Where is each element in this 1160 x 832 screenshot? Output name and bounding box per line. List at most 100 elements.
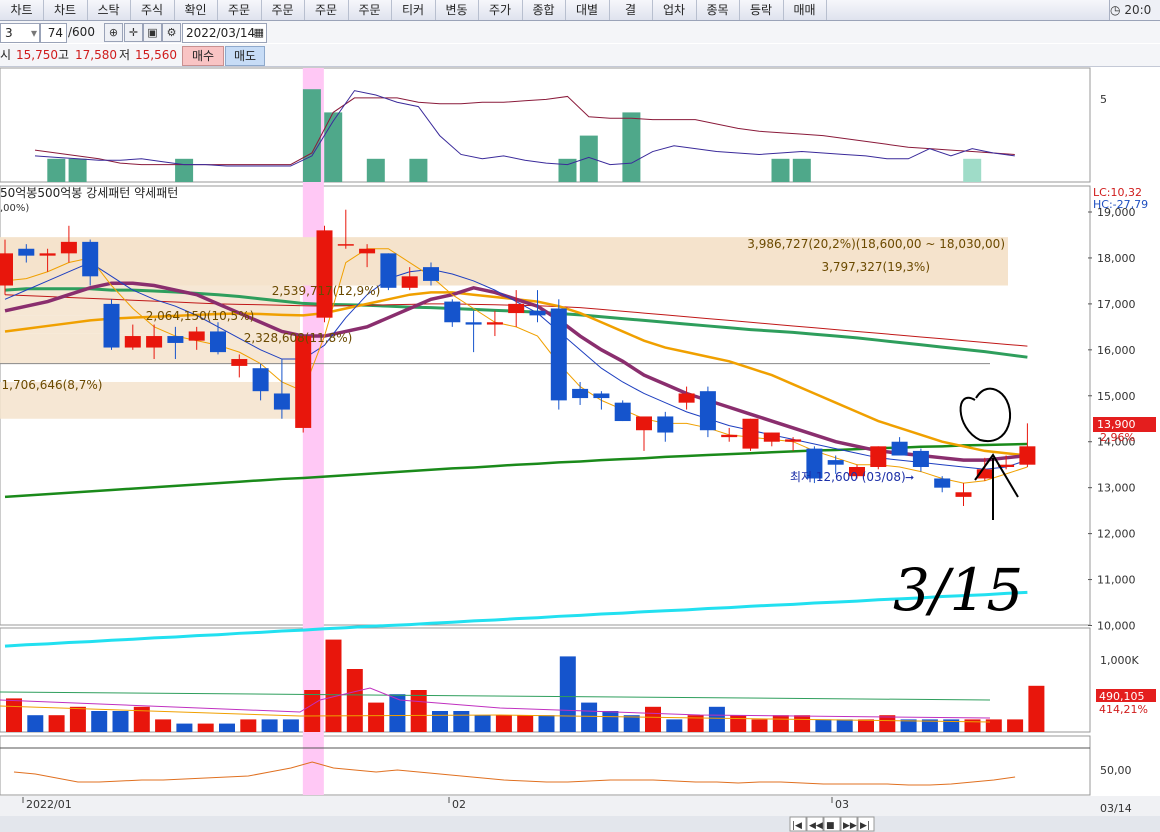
volume-bar-26	[559, 656, 576, 732]
candle-body-1	[18, 248, 35, 256]
zone-label-1: 3,797,327(19,3%)	[821, 260, 930, 274]
panel-subtitle: ,00%)	[0, 203, 29, 214]
candle-body-23	[486, 322, 503, 325]
x-axis-strip	[0, 796, 1160, 816]
y-tick-label-9: 10,000	[1097, 620, 1136, 633]
volume-bar-34	[730, 715, 747, 732]
x-axis-label-0: 2022/01	[26, 798, 72, 811]
volume-bar-47	[1007, 719, 1024, 732]
volume-bar-14	[304, 690, 321, 732]
volume-bar-15	[325, 639, 342, 732]
arrow-right-icon: ➞	[905, 471, 914, 484]
indicator-bar-28	[622, 112, 641, 182]
candle-body-9	[188, 331, 205, 341]
y-tick-label-8: 11,000	[1097, 574, 1136, 587]
volume-bar-27	[581, 702, 598, 732]
candle-body-21	[444, 301, 461, 323]
candle-body-14	[295, 336, 312, 428]
candle-body-27	[572, 388, 589, 399]
y-tick-label-7: 12,000	[1097, 528, 1136, 541]
candle-body-19	[401, 276, 418, 288]
indicator-bar-13	[302, 89, 321, 182]
volume-bar-40	[858, 719, 874, 732]
volume-bar-12	[261, 719, 278, 732]
volume-bar-25	[538, 715, 555, 732]
y-tick-label-1: 18,000	[1097, 252, 1136, 265]
volume-bar-1	[27, 715, 44, 732]
volume-bar-22	[474, 715, 491, 732]
candle-body-33	[699, 391, 716, 431]
indicator-bar-2	[68, 158, 87, 182]
volume-bar-5	[112, 711, 129, 732]
volume-bar-10	[219, 723, 235, 732]
candle-body-3	[60, 241, 77, 254]
candle-body-30	[636, 416, 652, 431]
volume-bar-48	[1028, 685, 1045, 732]
candle-body-0	[0, 253, 13, 286]
zone-label-5: 1,706,646(8,7%)	[2, 378, 103, 392]
volume-bar-2	[48, 715, 65, 732]
y-tick-label-3: 16,000	[1097, 344, 1136, 357]
indicator-bar-36	[792, 158, 811, 182]
handwritten-date: 3/15	[893, 556, 1023, 624]
candle-body-28	[593, 393, 610, 399]
panel-frame-3	[0, 735, 1091, 796]
zone-label-4: 2,328,608(11,8%)	[244, 331, 353, 345]
volume-current-label: 490,105	[1099, 690, 1145, 703]
volume-bar-46	[985, 719, 1002, 732]
candle-body-44	[934, 478, 951, 488]
oscillator-tick: 50,00	[1100, 764, 1132, 777]
candle-body-13	[273, 393, 290, 410]
candle-body-17	[359, 248, 376, 254]
indicator-bar-18	[409, 158, 428, 182]
indicator-bar-7	[175, 158, 194, 182]
volume-bar-17	[368, 702, 385, 732]
volume-bar-37	[794, 715, 811, 732]
candle-body-25	[529, 310, 546, 316]
volume-bar-41	[879, 715, 896, 732]
zone-label-0: 3,986,727(20,2%)(18,600,00 ~ 18,030,00)	[747, 237, 1005, 251]
volume-bar-19	[410, 690, 427, 732]
hc-label: HC:-27,79	[1093, 198, 1148, 211]
candle-body-7	[146, 336, 163, 348]
x-axis-label-1: 02	[452, 798, 466, 811]
scroll-button-icon-0: |◀	[792, 821, 802, 831]
low-annotation: 최저 12,600 (03/08)	[790, 470, 906, 484]
candle-body-6	[124, 336, 141, 348]
candle-body-31	[657, 416, 674, 433]
candle-body-26	[550, 308, 567, 401]
candle-body-37	[785, 439, 802, 442]
volume-bar-38	[815, 719, 832, 732]
candle-body-4	[82, 241, 99, 277]
candle-body-12	[252, 368, 269, 392]
candle-body-20	[423, 267, 439, 281]
volume-percent-label: 414,21%	[1099, 703, 1148, 716]
y-tick-label-2: 17,000	[1097, 298, 1136, 311]
candle-body-45	[955, 492, 972, 497]
bottom-scroll-strip	[0, 816, 1160, 832]
current-price-label: 13,900	[1097, 418, 1136, 431]
indicator-bar-14	[324, 112, 343, 182]
current-change-label: 2,96%	[1100, 431, 1135, 444]
candle-body-22	[465, 322, 482, 325]
panel-title: 50억봉500억봉 강세패턴 약세패턴	[0, 185, 178, 200]
y-tick-label-4: 15,000	[1097, 390, 1136, 403]
volume-bar-31	[666, 719, 683, 732]
volume-bar-13	[282, 719, 299, 732]
indicator-bar-26	[579, 135, 598, 182]
scroll-button-icon-4: ▶|	[860, 821, 870, 831]
candle-body-2	[39, 253, 56, 256]
volume-bar-36	[772, 715, 789, 732]
candle-body-32	[678, 393, 695, 403]
candle-body-16	[337, 244, 354, 246]
stock-chart[interactable]: 5 3,986,727(20,2%)(18,600,00 ~ 18,030,00…	[0, 0, 1160, 832]
y-tick-label-6: 13,000	[1097, 482, 1136, 495]
volume-bar-9	[197, 723, 214, 732]
indicator-bar-35	[771, 158, 790, 182]
volume-bar-11	[240, 719, 257, 732]
candle-body-10	[210, 331, 226, 353]
volume-bar-21	[453, 711, 470, 732]
volume-bar-23	[495, 715, 512, 732]
candle-body-41	[870, 446, 887, 467]
candle-body-11	[231, 359, 248, 366]
